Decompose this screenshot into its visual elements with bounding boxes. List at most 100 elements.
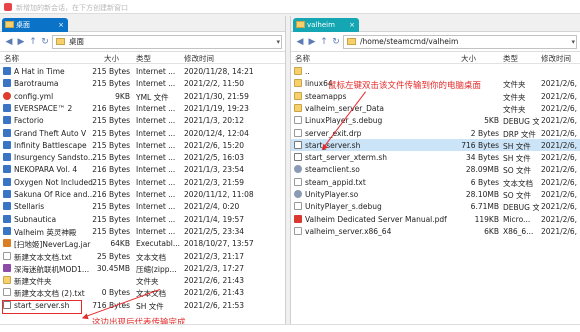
file-size: 30.45MB [96,263,130,273]
file-row[interactable]: valheim_server.x86_64 6KB X86_6... 2021/2/6… [291,225,580,237]
app-icon [3,103,11,112]
file-name: UnityPlayer_s.debug [305,202,382,212]
file-type: Internet ... [136,153,176,163]
file-type: Internet ... [136,128,176,138]
file-date: 2021/2/6, 21: [541,91,580,101]
file-row[interactable]: start_server_xterm.sh 34 Bytes SH 文件 2021/2… [291,151,580,163]
file-row[interactable]: Sakuna Of Rice and... 216 Bytes Internet .… [0,188,285,200]
file-row[interactable]: A Hat in Time 215 Bytes Internet ... 2020/1… [0,65,285,77]
tab-desktop[interactable]: 桌面 × [2,18,68,32]
tab-valheim[interactable]: valheim × [293,18,359,32]
file-date: 2021/1/30, 21:59 [184,91,249,101]
refresh-icon[interactable]: ↻ [39,36,51,48]
file-icon [3,251,11,260]
file-row[interactable]: Barotrauma 215 Bytes Internet ... 2021/2/2,… [0,77,285,89]
pdf-icon [294,214,302,223]
refresh-icon[interactable]: ↻ [330,36,342,48]
file-type: Micro... [503,214,531,224]
up-arrow-icon[interactable]: ↑ [27,36,39,48]
file-row[interactable]: steamclient.so28.09MBSO 文件2021/2/6, 21: [291,163,580,175]
file-row[interactable]: .. [291,65,580,77]
file-date: 2021/2/6, 21: [541,226,580,236]
col-modified[interactable]: 修改时间 [541,53,571,64]
file-type: Internet ... [136,202,176,212]
col-name[interactable]: 名称 [4,53,19,64]
file-name: steam_appid.txt [305,177,366,187]
forward-arrow-icon[interactable]: ▶ [15,36,27,48]
file-size: 215 Bytes [92,116,130,126]
file-row[interactable]: Factorio 215 Bytes Internet ... 2021/1/3, 2… [0,114,285,126]
file-name: UnityPlayer.so [305,190,359,199]
file-row[interactable]: valheim_server_Data文件夹2021/2/6, 21: [291,102,580,114]
file-icon [294,116,302,125]
file-size: 119KB [474,214,499,224]
file-date: 2021/2/6, 21:53 [184,300,245,310]
folder-icon [294,67,302,75]
file-row[interactable]: 新建文本文档 (2).txt 0 Bytes 文本文档 2021/2/6, 21:43 [0,286,285,298]
file-row[interactable]: Subnautica 215 Bytes Internet ... 2021/1/4,… [0,213,285,225]
file-date: 2021/2/6, 21: [541,153,580,163]
right-path-field[interactable]: /home/steamcmd/valheim ▾ [343,35,577,49]
file-row[interactable]: 新建文本文档.txt 25 Bytes 文本文档 2021/2/3, 21:17 [0,250,285,262]
file-type: Internet ... [136,214,176,224]
file-type: Internet ... [136,103,176,113]
close-icon[interactable]: × [349,18,355,32]
back-arrow-icon[interactable]: ◀ [294,36,306,48]
chevron-down-icon[interactable]: ▾ [571,36,575,48]
file-name: server_exit.drp [305,128,362,138]
file-size: 28.10MB [465,190,499,199]
col-size[interactable]: 大小 [461,53,476,64]
file-row[interactable]: Infinity Battlescape 215 Bytes Internet ..… [0,139,285,151]
file-icon [294,128,302,137]
file-row[interactable]: LinuxPlayer_s.debug5KBDEBUG 文...2021/2/6… [291,114,580,126]
file-size: 216 Bytes [92,190,130,199]
app-icon [3,165,11,174]
col-type[interactable]: 类型 [136,53,151,64]
file-row[interactable]: Grand Theft Auto V 215 Bytes Internet ... 2… [0,127,285,139]
file-size: 2 Bytes [470,128,499,138]
file-size: 64KB [110,239,130,249]
app-icon [4,3,12,11]
file-row[interactable]: UnityPlayer_s.debug6.71MBDEBUG 文...2021/… [291,200,580,212]
app-icon [3,128,11,137]
close-icon[interactable]: × [58,18,64,32]
file-date: 2021/2/3, 17:27 [184,263,245,273]
col-name[interactable]: 名称 [295,53,310,64]
left-path-field[interactable]: 桌面 ▾ [52,35,282,49]
file-row[interactable]: 新建文件夹 文件夹 2021/2/6, 21:43 [0,274,285,286]
col-modified[interactable]: 修改时间 [184,53,214,64]
jar-icon [3,239,11,248]
col-type[interactable]: 类型 [503,53,518,64]
file-row[interactable]: start_server.sh716 BytesSH 文件2021/2/6, 2… [291,138,580,152]
forward-arrow-icon[interactable]: ▶ [306,36,318,48]
file-row[interactable]: Stellaris 215 Bytes Internet ... 2021/2/4, … [0,200,285,212]
file-row[interactable]: UnityPlayer.so28.10MBSO 文件2021/2/6, 21: [291,188,580,200]
file-date: 2020/11/28, 14:21 [184,67,254,76]
file-row[interactable]: config.yml 9KB YML 文件 2021/1/30, 21:59 [0,90,285,102]
tab-label: valheim [307,21,335,29]
right-toolbar: ◀ ▶ ↑ ↻ /home/steamcmd/valheim ▾ [291,32,580,52]
file-type: X86_6... [503,226,534,236]
app-icon [3,67,11,75]
file-type: Internet ... [136,177,176,187]
file-type: SH 文件 [136,301,164,311]
left-tab-strip: 桌面 × [0,16,285,32]
file-row[interactable]: NEKOPARA Vol. 4 216 Bytes Internet ... 2021… [0,163,285,175]
file-row[interactable]: Valheim 英灵神殿 215 Bytes Internet ... 2021/2/… [0,225,285,237]
folder-icon [294,91,302,100]
chevron-down-icon[interactable]: ▾ [276,36,280,48]
up-arrow-icon[interactable]: ↑ [318,36,330,48]
file-row[interactable]: EVERSPACE™ 2 216 Bytes Internet ... 2021/1/… [0,102,285,114]
file-row[interactable]: Oxygen Not Included 215 Bytes Internet ...… [0,176,285,188]
folder-icon [294,103,302,112]
file-row[interactable]: [扫地姬]NeverLag.jar 64KB Executabl... 2018/10… [0,237,285,249]
file-row[interactable]: steam_appid.txt6 Bytes文本文档2021/2/6, 21: [291,176,580,188]
file-row[interactable]: Insurgency Sandsto... 215 Bytes Internet .… [0,151,285,163]
folder-icon [296,21,305,28]
file-type: Internet ... [136,140,176,150]
file-row[interactable]: steamapps文件夹2021/2/6, 21: [291,90,580,102]
file-row[interactable]: Valheim Dedicated Server Manual.pdf 119KB… [291,213,580,225]
back-arrow-icon[interactable]: ◀ [3,36,15,48]
col-size[interactable]: 大小 [104,53,119,64]
file-row[interactable]: 深海迷航联机MOD1... 30.45MB 压缩(zipp... 2021/2/3, … [0,262,285,274]
